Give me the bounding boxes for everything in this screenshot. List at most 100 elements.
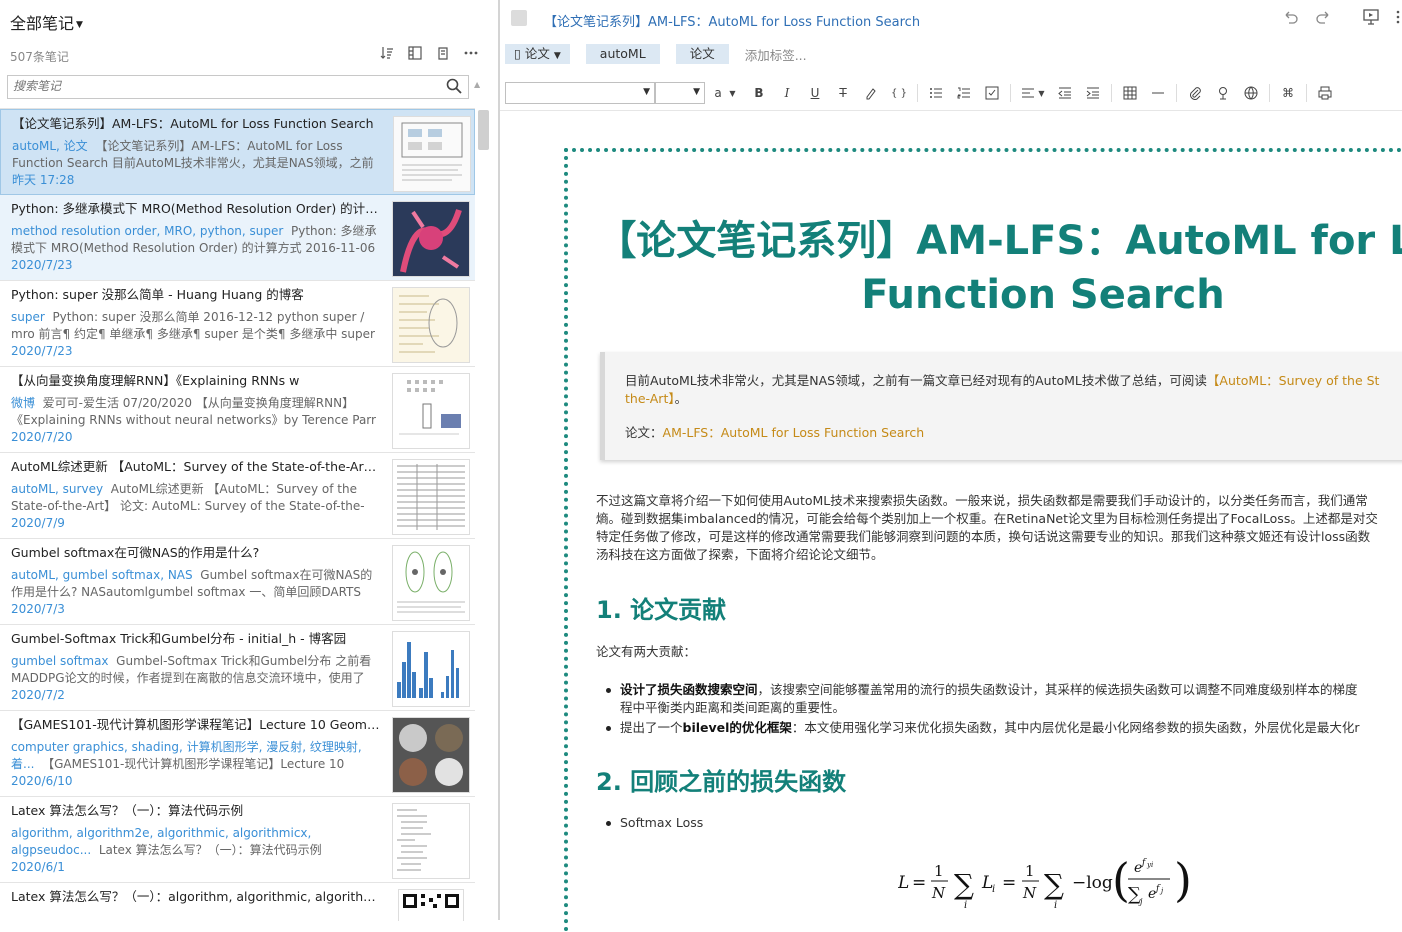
svg-text:=: = bbox=[912, 873, 926, 893]
search-box bbox=[7, 75, 469, 99]
svg-text:i: i bbox=[1054, 900, 1057, 911]
sort-icon[interactable] bbox=[378, 44, 396, 62]
tag-chip[interactable]: autoML bbox=[585, 44, 660, 64]
contrib-1-bold: 设计了损失函数搜索空间 bbox=[620, 682, 758, 697]
note-item[interactable]: 【GAMES101-现代计算机图形学课程笔记】Lecture 10 Geomet… bbox=[0, 711, 475, 797]
paragraph-line: 汤科技在这方面做了探索，下面将介绍论论文细节。 bbox=[596, 547, 884, 562]
contrib-item-1: 设计了损失函数搜索空间，该搜索空间能够覆盖常用的流行的损失函数设计，其采样的候选… bbox=[606, 681, 1402, 717]
search-icon[interactable] bbox=[446, 78, 462, 97]
more-vertical-icon[interactable] bbox=[1394, 8, 1402, 26]
note-item[interactable]: Python: super 没那么简单 - Huang Huang 的博客 su… bbox=[0, 281, 475, 367]
archive-icon[interactable] bbox=[434, 44, 452, 62]
bullet-list-icon[interactable] bbox=[922, 82, 950, 104]
font-color-icon[interactable]: a ▼ bbox=[705, 82, 745, 104]
note-item[interactable]: Gumbel-Softmax Trick和Gumbel分布 - initial_… bbox=[0, 625, 475, 711]
quote-line-1: 目前AutoML技术非常火，尤其是NAS领域，之前有一篇文章已经对现有的Auto… bbox=[625, 372, 1379, 390]
contrib-1-line2: 程中平衡类内距离和类间距离的重要性。 bbox=[620, 700, 846, 715]
insert-link-icon[interactable] bbox=[1209, 82, 1237, 104]
note-thumbnail bbox=[392, 287, 470, 363]
checklist-icon[interactable] bbox=[978, 82, 1006, 104]
outdent-icon[interactable] bbox=[1051, 82, 1079, 104]
italic-icon[interactable]: I bbox=[773, 82, 801, 104]
code-icon[interactable]: { } bbox=[885, 82, 913, 104]
view-mode-icon[interactable] bbox=[406, 44, 424, 62]
contrib-intro: 论文有两大贡献： bbox=[596, 644, 697, 659]
note-thumbnail bbox=[392, 373, 470, 449]
note-item[interactable]: 【从向量变换角度理解RNN】《Explaining RNNs w 微博 爱可可-… bbox=[0, 367, 475, 453]
highlight-icon[interactable] bbox=[857, 82, 885, 104]
notebook-chip[interactable]: ▯ 论文 ▼ bbox=[505, 44, 570, 64]
bold-icon[interactable]: B bbox=[745, 82, 773, 104]
tag-chip[interactable]: 论文 bbox=[675, 44, 729, 64]
numbered-list-icon[interactable] bbox=[950, 82, 978, 104]
strikethrough-icon[interactable]: T bbox=[829, 82, 857, 104]
scroll-up-icon[interactable]: ▲ bbox=[474, 80, 480, 89]
note-title: 【论文笔记系列】AM-LFS：AutoML for Loss Function … bbox=[12, 116, 374, 131]
heading-contributions: 1. 论文贡献 bbox=[596, 596, 727, 624]
font-size-select[interactable]: ▼ bbox=[655, 82, 705, 104]
svg-text:∑: ∑ bbox=[1044, 868, 1064, 901]
notes-list-panel: 全部笔记▼ 507条笔记 ▲ 【论文笔记系列】AM-LFS：AutoML for… bbox=[0, 0, 499, 921]
note-snippet: computer graphics, shading, 计算机图形学, 漫反射,… bbox=[11, 739, 383, 773]
note-item[interactable]: 【论文笔记系列】AM-LFS：AutoML for Loss Function … bbox=[0, 109, 475, 195]
paragraph-style-select[interactable]: ▼ bbox=[505, 82, 655, 104]
svg-text:): ) bbox=[1174, 853, 1192, 907]
heading-review: 2. 回顾之前的损失函数 bbox=[596, 768, 847, 796]
note-tags: autoML, gumbel softmax, NAS bbox=[11, 568, 193, 582]
note-thumbnail bbox=[392, 631, 470, 707]
note-item[interactable]: Python: 多继承模式下 MRO(Method Resolution Ord… bbox=[0, 195, 475, 281]
note-item[interactable]: AutoML综述更新 【AutoML：Survey of the State-o… bbox=[0, 453, 475, 539]
paper-link[interactable]: AM-LFS：AutoML for Loss Function Search bbox=[663, 425, 925, 440]
paper-label: 论文： bbox=[625, 425, 663, 440]
notebook-selector-label: 全部笔记 bbox=[10, 14, 75, 33]
chevron-down-icon: ▼ bbox=[693, 87, 700, 97]
note-snippet: autoML, 论文 【论文笔记系列】AM-LFS：AutoML for Los… bbox=[12, 138, 384, 172]
svg-text:=: = bbox=[1002, 873, 1016, 893]
note-item[interactable]: Latex 算法怎么写？（一）：algorithm, algorithmic, … bbox=[0, 883, 475, 921]
note-snippet: gumbel softmax Gumbel-Softmax Trick和Gumb… bbox=[11, 653, 383, 687]
globe-icon[interactable] bbox=[1237, 82, 1265, 104]
list-scrollbar[interactable] bbox=[478, 110, 489, 150]
horizontal-rule-icon[interactable] bbox=[1144, 82, 1172, 104]
list-toolbar bbox=[378, 44, 480, 62]
note-thumbnail bbox=[392, 545, 470, 621]
add-tag-input[interactable]: 添加标签... bbox=[745, 45, 807, 64]
align-icon[interactable]: ▼ bbox=[1015, 82, 1051, 104]
note-tags: autoML, survey bbox=[11, 482, 104, 496]
more-icon[interactable] bbox=[462, 44, 480, 62]
underline-icon[interactable]: U bbox=[801, 82, 829, 104]
undo-icon[interactable] bbox=[1282, 8, 1300, 26]
notebook-chip-label: 论文 bbox=[524, 46, 550, 61]
indent-icon[interactable] bbox=[1079, 82, 1107, 104]
note-thumbnail bbox=[392, 803, 470, 879]
notebook-selector[interactable]: 全部笔记 ▼ bbox=[10, 10, 83, 34]
note-item[interactable]: Gumbel softmax在可微NAS的作用是什么? autoML, gumb… bbox=[0, 539, 475, 625]
caret-down-icon: ▼ bbox=[76, 20, 83, 30]
note-snippet: autoML, gumbel softmax, NAS Gumbel softm… bbox=[11, 567, 383, 601]
quote-line-3: 论文：AM-LFS：AutoML for Loss Function Searc… bbox=[625, 424, 924, 442]
note-item[interactable]: Latex 算法怎么写？（一）：算法代码示例 algorithm, algori… bbox=[0, 797, 475, 883]
redo-icon[interactable] bbox=[1314, 8, 1332, 26]
survey-link-cont[interactable]: the-Art】 bbox=[625, 391, 675, 406]
note-snippet-text: Python: super 没那么简单 2016-12-12 python su… bbox=[11, 310, 375, 341]
command-icon[interactable]: ⌘ bbox=[1274, 82, 1302, 104]
svg-text:1: 1 bbox=[934, 862, 944, 880]
notebook-icon: ▯ bbox=[514, 46, 521, 61]
attachment-icon[interactable] bbox=[1181, 82, 1209, 104]
search-input[interactable] bbox=[8, 76, 438, 96]
panel-divider bbox=[499, 0, 500, 920]
note-snippet: 微博 爱可可-爱生活 07/20/2020 【从向量变换角度理解RNN】《Exp… bbox=[11, 395, 383, 429]
note-tags: autoML, 论文 bbox=[12, 139, 88, 153]
survey-link[interactable]: 【AutoML：Survey of the St bbox=[1207, 373, 1380, 388]
present-icon[interactable] bbox=[1362, 8, 1380, 26]
svg-text:i: i bbox=[964, 900, 967, 911]
editor-note-title[interactable]: 【论文笔记系列】AM-LFS：AutoML for Loss Function … bbox=[544, 11, 920, 30]
print-icon[interactable] bbox=[1311, 82, 1339, 104]
toolbar-divider bbox=[1306, 84, 1307, 102]
note-document[interactable]: 【论文笔记系列】AM-LFS：AutoML for Loss Function … bbox=[564, 148, 1402, 932]
paragraph-line: 熵。碰到数据集imbalanced的情况，可能会给每个类别加上一个权重。在Ret… bbox=[596, 511, 1378, 526]
caret-down-icon: ▼ bbox=[553, 51, 561, 61]
note-title: Latex 算法怎么写？（一）：算法代码示例 bbox=[11, 803, 244, 818]
table-icon[interactable] bbox=[1116, 82, 1144, 104]
note-tags: super bbox=[11, 310, 45, 324]
